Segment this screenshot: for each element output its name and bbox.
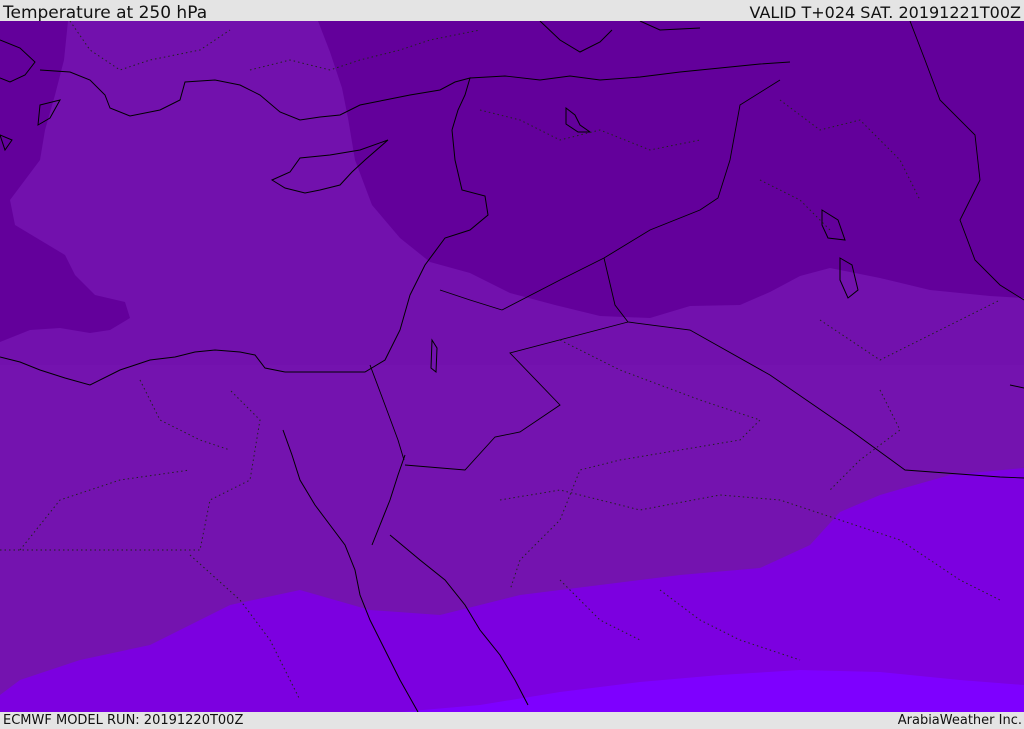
map-frame: Temperature at 250 hPa VALID T+024 SAT. … bbox=[0, 0, 1024, 729]
credit-label: ArabiaWeather Inc. bbox=[897, 713, 1022, 728]
map-title: Temperature at 250 hPa bbox=[3, 3, 208, 23]
footer-bar: ECMWF MODEL RUN: 20191220T00Z ArabiaWeat… bbox=[0, 712, 1024, 729]
header-bar: Temperature at 250 hPa VALID T+024 SAT. … bbox=[0, 0, 1024, 23]
valid-time-label: VALID T+024 SAT. 20191221T00Z bbox=[749, 3, 1021, 22]
model-run-label: ECMWF MODEL RUN: 20191220T00Z bbox=[3, 713, 244, 728]
temperature-map bbox=[0, 21, 1024, 712]
